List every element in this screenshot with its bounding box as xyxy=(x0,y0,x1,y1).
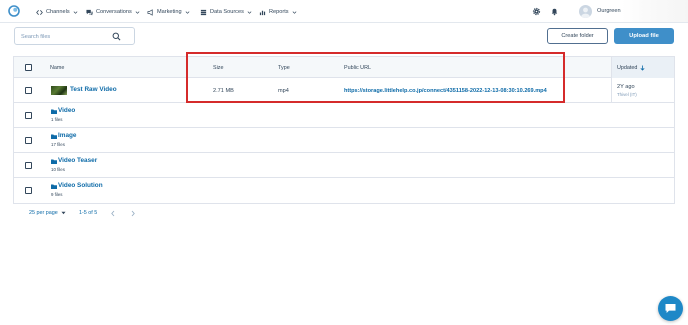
user-icon xyxy=(581,7,590,18)
folder-row[interactable]: Video Solution 9 files xyxy=(14,178,674,203)
video-thumbnail xyxy=(51,86,67,95)
updated-column-divider xyxy=(611,78,612,102)
nav-conversations[interactable]: Conversations xyxy=(86,7,140,17)
row-checkbox[interactable] xyxy=(25,137,32,144)
prev-page-icon[interactable] xyxy=(110,210,116,217)
pagination-range: 1-5 of 5 xyxy=(79,210,98,216)
nav-reports[interactable]: Reports xyxy=(259,7,297,17)
avatar[interactable] xyxy=(579,5,592,18)
gear-icon[interactable] xyxy=(532,7,541,16)
chat-icon xyxy=(665,304,676,313)
folder-file-count: 1 files xyxy=(51,117,63,122)
upload-file-button[interactable]: Upload file xyxy=(614,28,674,44)
folder-name-link[interactable]: Image xyxy=(58,132,76,139)
nav-data-sources-label: Data Sources xyxy=(210,9,244,15)
folder-name-link[interactable]: Video Solution xyxy=(58,182,103,189)
nav-marketing-label: Marketing xyxy=(157,9,182,15)
chevron-down-icon xyxy=(247,10,252,14)
create-folder-button[interactable]: Create folder xyxy=(547,28,608,44)
row-checkbox[interactable] xyxy=(25,187,32,194)
per-page-label: 25 per page xyxy=(29,210,58,216)
search-input[interactable] xyxy=(21,31,111,42)
nav-channels[interactable]: Channels xyxy=(36,7,78,17)
bell-icon[interactable] xyxy=(550,7,559,16)
chat-launcher-button[interactable] xyxy=(658,296,683,321)
updated-by: Thivel (IT) xyxy=(617,92,637,97)
select-all-checkbox[interactable] xyxy=(25,64,32,71)
nav-reports-label: Reports xyxy=(269,9,289,15)
chevron-down-icon xyxy=(292,10,296,14)
nav-marketing[interactable]: Marketing xyxy=(147,7,190,17)
chevron-down-icon xyxy=(185,10,189,14)
folder-icon xyxy=(51,184,57,189)
folder-name-link[interactable]: Video xyxy=(58,107,75,114)
folder-icon xyxy=(51,159,57,164)
folder-icon xyxy=(51,134,57,139)
column-header-name[interactable]: Name xyxy=(50,65,64,71)
folder-file-count: 10 files xyxy=(51,167,65,172)
search-icon[interactable] xyxy=(112,32,121,41)
file-name-link[interactable]: Test Raw Video xyxy=(70,86,117,93)
caret-down-icon xyxy=(61,211,66,215)
chat-bubbles-icon xyxy=(86,9,93,15)
highlight-box xyxy=(186,52,565,103)
folder-row[interactable]: Video 1 files xyxy=(14,103,674,128)
folder-icon xyxy=(51,109,57,114)
per-page-select[interactable]: 25 per page xyxy=(29,210,66,216)
database-icon xyxy=(200,9,207,15)
nav-conversations-label: Conversations xyxy=(96,9,132,15)
app-logo-icon[interactable] xyxy=(8,5,20,17)
chevron-down-icon xyxy=(73,10,78,14)
chevron-down-icon xyxy=(135,10,140,14)
next-page-icon[interactable] xyxy=(130,210,136,217)
folder-file-count: 17 files xyxy=(51,142,65,147)
nav-channels-label: Channels xyxy=(46,9,70,15)
code-brackets-icon xyxy=(36,9,43,15)
updated-time: 2Y ago xyxy=(617,84,635,90)
row-checkbox[interactable] xyxy=(25,87,32,94)
row-checkbox[interactable] xyxy=(25,112,32,119)
search-box xyxy=(14,27,135,45)
sort-arrow-down-icon xyxy=(640,65,645,71)
folder-file-count: 9 files xyxy=(51,192,63,197)
column-header-updated[interactable]: Updated xyxy=(617,65,645,71)
folder-row[interactable]: Video Teaser 10 files xyxy=(14,153,674,178)
folder-name-link[interactable]: Video Teaser xyxy=(58,157,97,164)
account-menu-blur xyxy=(622,0,688,22)
folder-row[interactable]: Image 17 files xyxy=(14,128,674,153)
bar-chart-icon xyxy=(259,10,266,15)
row-checkbox[interactable] xyxy=(25,162,32,169)
column-header-updated-label: Updated xyxy=(617,65,638,71)
top-nav: Channels Conversations Marketing Data So… xyxy=(0,0,688,23)
nav-data-sources[interactable]: Data Sources xyxy=(200,7,252,17)
account-name[interactable]: Ourgreen xyxy=(597,8,621,14)
megaphone-icon xyxy=(147,8,153,16)
